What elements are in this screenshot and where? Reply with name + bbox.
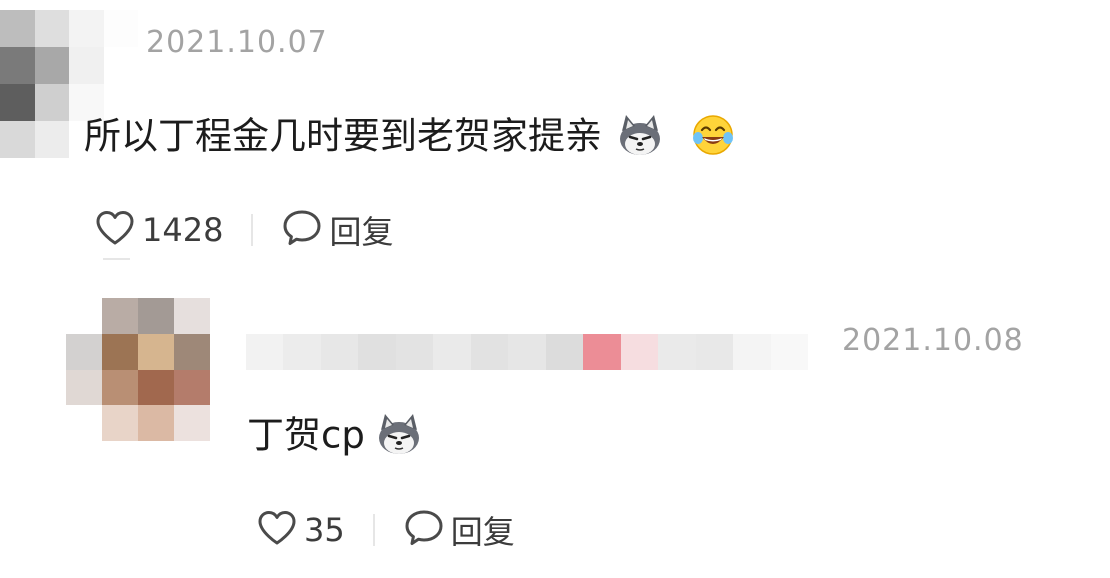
reply-button[interactable]: 回复 <box>403 507 515 553</box>
wolf-emoji-icon <box>375 412 423 462</box>
mosaic-pixel <box>174 405 210 441</box>
like-underline <box>103 258 130 260</box>
mosaic-pixel <box>433 334 471 370</box>
mosaic-pixel <box>770 334 809 370</box>
reply-body: 丁贺cp <box>247 412 423 462</box>
like-count: 35 <box>304 511 345 549</box>
speech-bubble-icon <box>403 508 445 552</box>
reply-button[interactable]: 回复 <box>281 207 393 253</box>
mosaic-pixel <box>102 369 138 406</box>
wolf-emoji-icon <box>616 113 664 163</box>
mosaic-pixel <box>34 47 69 84</box>
reply-text: 丁贺cp <box>247 413 365 457</box>
mosaic-pixel <box>174 333 210 370</box>
mosaic-pixel <box>69 47 104 84</box>
mosaic-pixel <box>66 298 102 334</box>
mosaic-pixel <box>34 10 69 47</box>
mosaic-pixel <box>103 10 138 47</box>
mosaic-pixel <box>66 333 102 370</box>
comment-text: 所以丁程金几时要到老贺家提亲 <box>84 114 602 158</box>
like-count: 1428 <box>142 211 224 249</box>
reply-avatar[interactable] <box>66 298 210 441</box>
mosaic-pixel <box>470 334 509 370</box>
mosaic-pixel <box>508 334 546 370</box>
mosaic-pixel <box>246 334 284 370</box>
mosaic-pixel <box>103 47 138 84</box>
comment-body: 所以丁程金几时要到老贺家提亲 <box>84 113 736 163</box>
mosaic-pixel <box>102 298 138 334</box>
mosaic-pixel <box>733 334 771 370</box>
mosaic-pixel <box>545 334 584 370</box>
reply-timestamp: 2021.10.08 <box>842 323 1024 358</box>
mosaic-pixel <box>138 298 174 334</box>
mosaic-pixel <box>0 84 35 121</box>
mosaic-pixel <box>695 334 734 370</box>
like-button[interactable]: 35 <box>256 509 345 551</box>
mosaic-pixel <box>66 405 102 441</box>
mosaic-pixel <box>138 405 174 441</box>
reply-label: 回复 <box>450 513 515 551</box>
mosaic-pixel <box>102 333 138 370</box>
reply-actions: 35 回复 <box>256 508 515 552</box>
mosaic-pixel <box>34 84 69 121</box>
like-button[interactable]: 1428 <box>94 209 223 251</box>
mosaic-pixel <box>358 334 396 370</box>
comment-actions: 1428 回复 <box>94 208 393 252</box>
comment-timestamp: 2021.10.07 <box>146 25 328 60</box>
mosaic-pixel <box>283 334 321 370</box>
mosaic-pixel <box>320 334 359 370</box>
mosaic-pixel <box>583 334 621 370</box>
laughing-tears-emoji-icon <box>690 113 736 163</box>
action-divider <box>372 514 375 546</box>
heart-outline-icon <box>94 209 136 251</box>
mosaic-pixel <box>69 10 104 47</box>
mosaic-pixel <box>395 334 434 370</box>
mosaic-pixel <box>0 121 35 158</box>
mosaic-pixel <box>658 334 696 370</box>
mosaic-pixel <box>620 334 659 370</box>
action-divider <box>251 214 254 246</box>
reply-username[interactable] <box>246 334 809 370</box>
mosaic-pixel <box>102 405 138 441</box>
speech-bubble-icon <box>281 208 323 252</box>
mosaic-pixel <box>138 369 174 406</box>
heart-outline-icon <box>256 509 298 551</box>
mosaic-pixel <box>66 369 102 406</box>
mosaic-pixel <box>34 121 69 158</box>
mosaic-pixel <box>174 298 210 334</box>
mosaic-pixel <box>138 333 174 370</box>
reply-label: 回复 <box>329 213 394 251</box>
mosaic-pixel <box>0 10 35 47</box>
mosaic-pixel <box>0 47 35 84</box>
mosaic-pixel <box>174 369 210 406</box>
